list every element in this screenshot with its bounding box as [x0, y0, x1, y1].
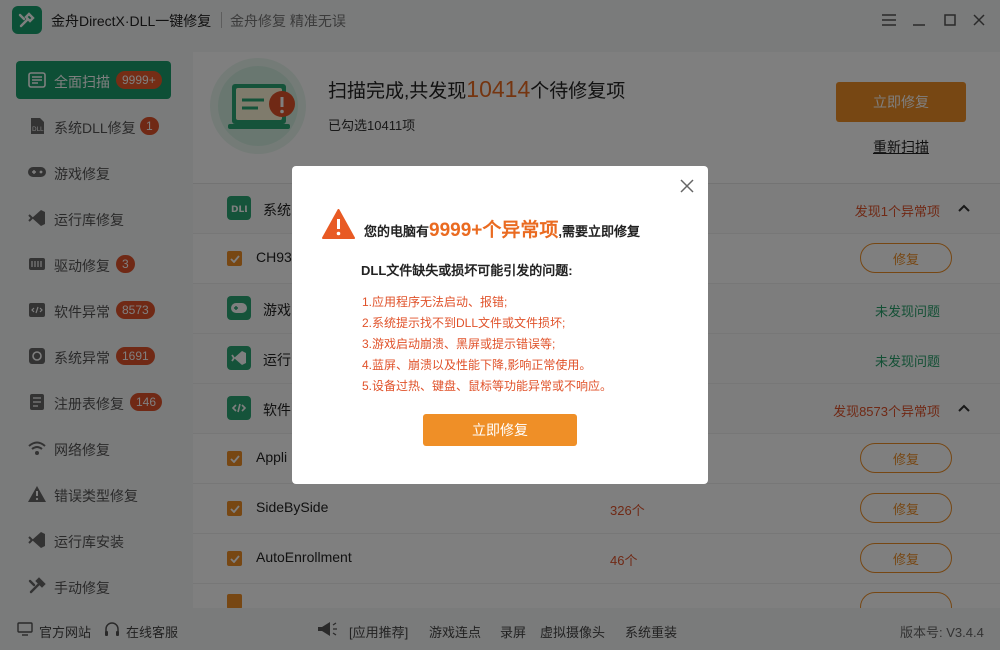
problem-item: 1.应用程序无法启动、报错; [362, 295, 508, 309]
warning-icon [322, 209, 355, 239]
dialog-headline-suffix: ,需要立即修复 [558, 224, 641, 239]
dialog-fix-now-button[interactable]: 立即修复 [423, 414, 577, 446]
close-icon[interactable] [680, 179, 694, 193]
alert-dialog: 您的电脑有9999+个异常项,需要立即修复 DLL文件缺失或损坏可能引发的问题:… [292, 166, 708, 484]
problem-item: 2.系统提示找不到DLL文件或文件损坏; [362, 316, 566, 330]
dialog-headline: 您的电脑有9999+个异常项,需要立即修复 [364, 215, 640, 242]
problem-item: 4.蓝屏、崩溃以及性能下降,影响正常使用。 [362, 358, 592, 372]
problem-list: 1.应用程序无法启动、报错; 2.系统提示找不到DLL文件或文件损坏; 3.游戏… [362, 292, 612, 397]
issue-count-highlight: 9999+个异常项 [429, 220, 559, 241]
dialog-headline-prefix: 您的电脑有 [364, 224, 430, 239]
problem-item: 5.设备过热、键盘、鼠标等功能异常或不响应。 [362, 379, 613, 393]
problem-item: 3.游戏启动崩溃、黑屏或提示错误等; [362, 337, 556, 351]
dialog-subtitle: DLL文件缺失或损坏可能引发的问题: [361, 263, 573, 278]
